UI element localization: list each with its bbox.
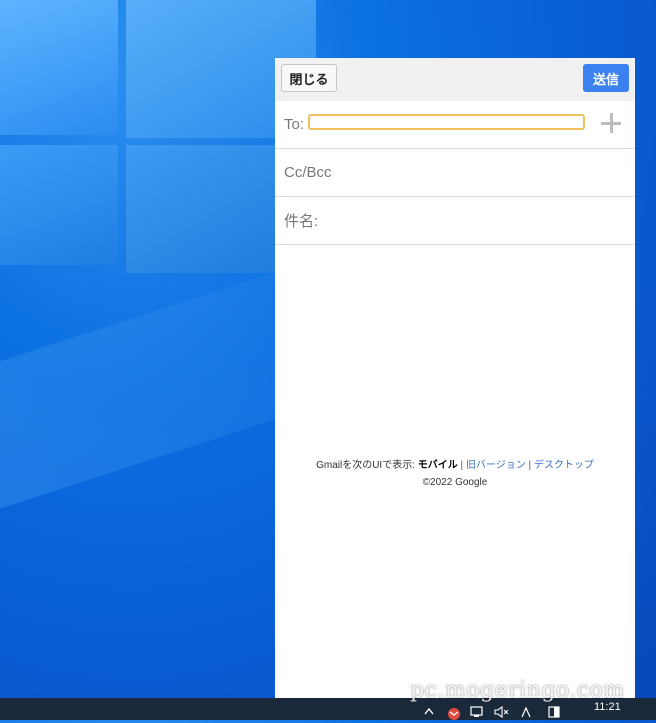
site-watermark: pc.mogeringo.com [410,678,625,703]
desktop-link[interactable]: デスクトップ [534,460,594,471]
to-input[interactable] [308,114,585,130]
wallpaper-pane [0,145,118,265]
subject-row[interactable]: 件名: [275,197,635,245]
gmail-compose-panel: 閉じる 送信 To: Cc/Bcc 件名: Gmailを次のUIで表示: モバイ… [275,58,635,698]
footer-prefix: Gmailを次のUIで表示: [316,460,418,471]
subject-label: 件名: [284,213,319,230]
close-button[interactable]: 閉じる [281,64,337,92]
compose-toolbar: 閉じる 送信 [275,58,635,101]
old-version-link[interactable]: 旧バージョン [466,460,526,471]
chevron-up-icon[interactable] [424,706,434,718]
gmail-icon[interactable] [446,708,462,723]
footer-copyright: ©2022 Google [422,477,488,488]
to-label: To: [284,116,305,133]
to-row: To: [275,101,635,149]
footer-mobile: モバイル [417,460,458,471]
notification-icon[interactable] [548,706,560,721]
compose-footer: Gmailを次のUIで表示: モバイル | 旧バージョン | デスクトップ ©2… [275,456,635,488]
footer-separator: | [525,460,534,471]
footer-separator: | [457,460,466,471]
network-icon[interactable] [470,706,484,721]
wallpaper-pane [0,0,118,135]
ccbcc-row[interactable]: Cc/Bcc [275,149,635,197]
ime-icon[interactable] [520,706,532,721]
send-button[interactable]: 送信 [583,64,629,92]
plus-icon[interactable] [601,113,621,133]
volume-muted-icon[interactable] [494,705,510,721]
ccbcc-label[interactable]: Cc/Bcc [284,164,332,181]
